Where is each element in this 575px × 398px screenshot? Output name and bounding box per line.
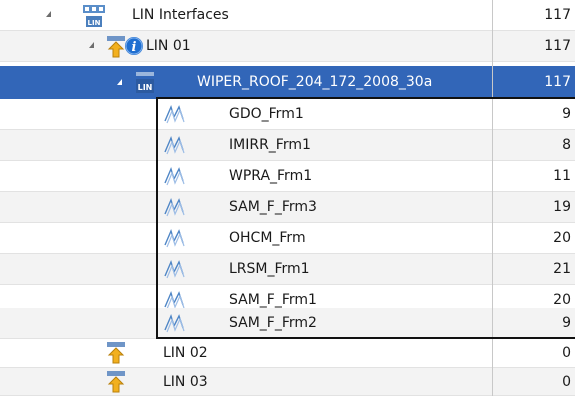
lin-bus-icon (106, 35, 126, 63)
info-icon: i (124, 36, 144, 60)
row-count: 0 (562, 345, 571, 361)
tree-row-frame[interactable]: IMIRR_Frm1 8 (0, 130, 575, 161)
expander-arrow-icon[interactable] (117, 79, 122, 85)
tree-row-frame[interactable]: OHCM_Frm 20 (0, 223, 575, 254)
signal-wave-icon (163, 103, 185, 129)
tree-item-label: LIN Interfaces (132, 7, 229, 23)
tree-item-label: LIN 01 (146, 38, 191, 54)
lin-bus-icon (106, 341, 126, 369)
row-count: 21 (553, 261, 571, 277)
frame-label: IMIRR_Frm1 (229, 137, 311, 153)
tree-row-lin-03[interactable]: LIN 03 0 (0, 368, 575, 396)
row-count: 11 (553, 168, 571, 184)
row-count: 117 (544, 74, 571, 90)
row-count: 0 (562, 374, 571, 390)
frame-label: GDO_Frm1 (229, 106, 304, 122)
tree-item-label: WIPER_ROOF_204_172_2008_30a (197, 74, 433, 90)
row-count: 9 (562, 315, 571, 331)
frame-label: SAM_F_Frm3 (229, 199, 317, 215)
tree-row-frame[interactable]: WPRA_Frm1 11 (0, 161, 575, 192)
row-count: 117 (544, 38, 571, 54)
lin-bus-icon (106, 370, 126, 398)
row-count: 19 (553, 199, 571, 215)
frame-label: OHCM_Frm (229, 230, 306, 246)
row-count: 117 (544, 7, 571, 23)
row-count: 9 (562, 106, 571, 122)
frame-label: WPRA_Frm1 (229, 168, 313, 184)
tree-row-frame[interactable]: SAM_F_Frm3 19 (0, 192, 575, 223)
svg-text:i: i (132, 40, 137, 55)
lin-interfaces-icon: LIN (82, 4, 106, 32)
tree-row-lin-01[interactable]: i LIN 01 117 (0, 31, 575, 62)
frame-label: SAM_F_Frm2 (229, 315, 317, 331)
tree-item-label: LIN 02 (163, 345, 208, 361)
signal-wave-icon (163, 312, 185, 338)
signal-wave-icon (163, 258, 185, 284)
tree-row-frame[interactable]: LRSM_Frm1 21 (0, 254, 575, 285)
tree-row-schedule-selected[interactable]: LIN WIPER_ROOF_204_172_2008_30a 117 (0, 66, 575, 99)
row-count: 20 (553, 230, 571, 246)
tree-row-frame[interactable]: GDO_Frm1 9 (0, 99, 575, 130)
frame-label: LRSM_Frm1 (229, 261, 310, 277)
tree-row-frame[interactable]: SAM_F_Frm2 9 (0, 308, 575, 339)
tree-row-lin-interfaces[interactable]: LIN LIN Interfaces 117 (0, 0, 575, 31)
expander-arrow-icon[interactable] (89, 42, 94, 48)
tree-row-lin-02[interactable]: LIN 02 0 (0, 339, 575, 368)
svg-text:LIN: LIN (138, 83, 153, 92)
signal-wave-icon (163, 165, 185, 191)
lin-schedule-icon: LIN (133, 71, 157, 99)
row-count: 8 (562, 137, 571, 153)
tree-item-label: LIN 03 (163, 374, 208, 390)
count-column-divider (492, 0, 493, 396)
signal-wave-icon (163, 196, 185, 222)
expander-arrow-icon[interactable] (46, 11, 51, 17)
signal-wave-icon (163, 227, 185, 253)
signal-wave-icon (163, 134, 185, 160)
svg-text:LIN: LIN (88, 19, 101, 27)
